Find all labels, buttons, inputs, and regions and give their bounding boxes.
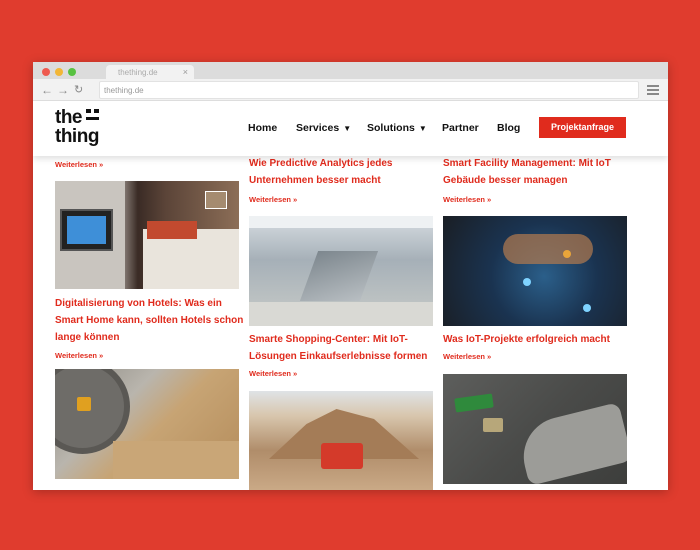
- article-image-shopping-mall[interactable]: [249, 216, 433, 326]
- article-title-hotels[interactable]: Digitalisierung von Hotels: Was ein Smar…: [55, 295, 245, 346]
- back-arrow-icon[interactable]: ←: [41, 83, 53, 97]
- address-bar[interactable]: thething.de: [99, 81, 639, 99]
- article-image-iot-network[interactable]: [443, 216, 627, 326]
- read-more-link[interactable]: Weiterlesen »: [55, 351, 103, 360]
- browser-tab-title: thething.de: [118, 68, 158, 77]
- forward-arrow-icon[interactable]: →: [57, 83, 69, 97]
- hamburger-menu-icon[interactable]: [647, 85, 659, 97]
- nav-solutions[interactable]: Solutions ▼: [367, 122, 427, 134]
- nav-services-label: Services: [296, 122, 340, 134]
- nav-blog[interactable]: Blog: [497, 122, 520, 134]
- nav-solutions-label: Solutions: [367, 122, 415, 134]
- article-title-predictive-analytics[interactable]: Wie Predictive Analytics jedes Unternehm…: [249, 155, 439, 189]
- browser-toolbar: ← → ↻ thething.de: [33, 79, 668, 101]
- reload-icon[interactable]: ↻: [74, 83, 83, 97]
- site-header: the thing Home Services ▼ Solutions ▼ Part…: [33, 102, 668, 156]
- minimize-window-dot[interactable]: [55, 68, 63, 76]
- close-window-dot[interactable]: [42, 68, 50, 76]
- article-title-shopping-center[interactable]: Smarte Shopping-Center: Mit IoT-Lösungen…: [249, 331, 439, 365]
- read-more-link[interactable]: Weiterlesen »: [249, 195, 297, 204]
- browser-tab-strip: thething.de ×: [33, 62, 668, 79]
- logo-mark-icon: [86, 108, 100, 120]
- browser-tab[interactable]: thething.de ×: [106, 65, 194, 79]
- site-logo[interactable]: the thing: [55, 108, 100, 146]
- project-request-button[interactable]: Projektanfrage: [539, 117, 626, 138]
- read-more-link[interactable]: Weiterlesen »: [55, 160, 103, 169]
- read-more-link[interactable]: Weiterlesen »: [443, 352, 491, 361]
- article-image-desert-device[interactable]: [249, 391, 433, 490]
- close-icon[interactable]: ×: [183, 67, 188, 77]
- article-image-shoe-tracker[interactable]: [443, 374, 627, 484]
- browser-window: thething.de × ← → ↻ thething.de the thin…: [33, 62, 668, 490]
- article-grid: Weiterlesen » Digitalisierung von Hotels…: [33, 156, 668, 490]
- read-more-link[interactable]: Weiterlesen »: [443, 195, 491, 204]
- nav-partner[interactable]: Partner: [442, 122, 479, 134]
- article-image-hotel-room[interactable]: [55, 181, 239, 289]
- article-image-package-sensor[interactable]: [55, 369, 239, 479]
- maximize-window-dot[interactable]: [68, 68, 76, 76]
- nav-home[interactable]: Home: [248, 122, 277, 134]
- smart-panel-image: [60, 209, 113, 251]
- web-page: the thing Home Services ▼ Solutions ▼ Part…: [33, 102, 668, 490]
- logo-text-thing: thing: [55, 126, 99, 147]
- chevron-down-icon: ▼: [343, 124, 352, 133]
- nav-services[interactable]: Services ▼: [296, 122, 351, 134]
- article-title-iot-projects[interactable]: Was IoT-Projekte erfolgreich macht: [443, 331, 643, 348]
- logo-text-the: the: [55, 107, 83, 128]
- read-more-link[interactable]: Weiterlesen »: [249, 369, 297, 378]
- article-title-facility-management[interactable]: Smart Facility Management: Mit IoT Gebäu…: [443, 155, 643, 189]
- chevron-down-icon: ▼: [418, 124, 427, 133]
